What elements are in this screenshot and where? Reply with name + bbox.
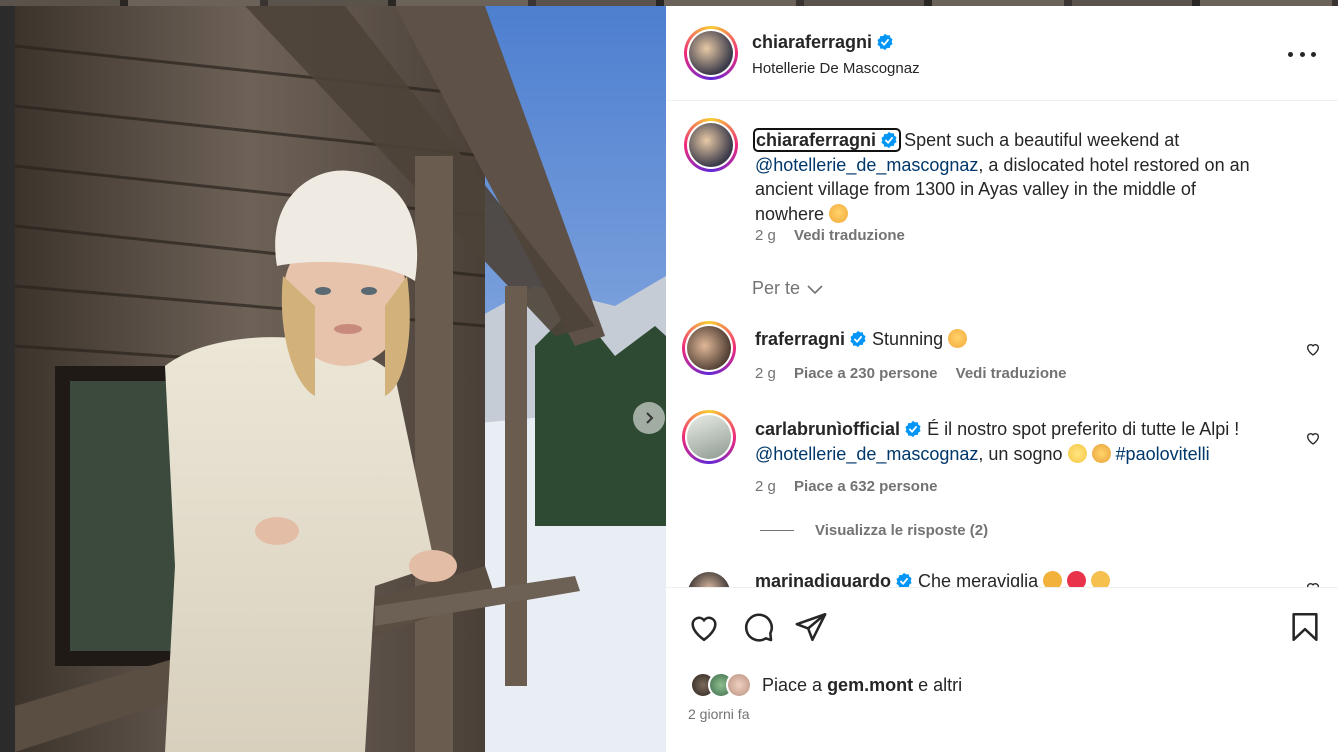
comment-text-3: marinadiguardo Che meraviglia — [755, 569, 1111, 587]
comment-like-icon[interactable] — [1305, 341, 1321, 357]
comment-text-1: fraferragni Stunning — [755, 327, 968, 352]
post-header: chiaraferragni Hotellerie De Mascognaz — [666, 6, 1338, 101]
comment-meta-1: 2 g Piace a 230 persone Vedi traduzione — [755, 365, 1081, 382]
view-replies-button[interactable]: Visualizza le risposte (2) — [760, 522, 988, 539]
verified-badge-icon — [881, 131, 897, 149]
post-details-panel: chiaraferragni Hotellerie De Mascognaz c… — [666, 6, 1338, 752]
caption-translate-link[interactable]: Vedi traduzione — [794, 227, 905, 244]
heart-icon[interactable] — [687, 610, 721, 644]
replies-divider — [760, 530, 794, 531]
comment-like-icon[interactable] — [1305, 580, 1321, 587]
sparkles-emoji — [1067, 443, 1087, 463]
comment-body-3: Che meraviglia — [918, 571, 1039, 587]
post-photo[interactable] — [15, 6, 666, 752]
caption-username-text: chiaraferragni — [756, 130, 877, 150]
view-replies-label: Visualizza le risposte (2) — [815, 522, 989, 539]
more-icon-dot — [1311, 51, 1316, 57]
caption-mention-link[interactable]: @hotellerie_de_mascognaz — [755, 155, 978, 175]
comment-body-2b: , un sogno — [978, 443, 1063, 464]
caption-body-2: , a dislocated hotel restored on an — [978, 154, 1250, 175]
comment-time-1: 2 g — [755, 365, 776, 382]
comment-username-1[interactable]: fraferragni — [755, 329, 845, 349]
comment-filter-label: Per te — [752, 278, 801, 298]
pleading-face-emoji — [829, 203, 849, 223]
caption-body-4: nowhere — [755, 203, 825, 224]
liked-user-link[interactable]: gem.mont — [827, 675, 913, 695]
heart-emoji — [1067, 571, 1087, 587]
next-photo-button[interactable] — [633, 402, 665, 434]
chevron-right-icon — [646, 412, 654, 424]
comment-likes-2[interactable]: Piace a 632 persone — [794, 478, 937, 495]
more-options-button[interactable] — [1288, 44, 1316, 64]
comment-like-icon[interactable] — [1305, 430, 1321, 446]
liked-suffix[interactable]: e altri — [918, 675, 962, 695]
verified-badge-icon — [896, 572, 912, 587]
comment-hashtag-link[interactable]: #paolovitelli — [1116, 444, 1210, 464]
comment-translate-1[interactable]: Vedi traduzione — [956, 365, 1067, 382]
verified-badge-icon — [905, 420, 921, 438]
ok-hand-emoji — [1091, 443, 1111, 463]
comment-username-2[interactable]: carlabrunìofficial — [755, 419, 900, 439]
comments-scroll-area[interactable]: chiaraferragni Spent such a beautiful we… — [666, 102, 1338, 587]
caption-time: 2 g — [755, 227, 776, 244]
post-location[interactable]: Hotellerie De Mascognaz — [752, 60, 920, 77]
comment-meta-2: 2 g Piace a 632 persone — [755, 478, 951, 495]
comment-mention-link[interactable]: @hotellerie_de_mascognaz — [755, 444, 978, 464]
author-username[interactable]: chiaraferragni — [752, 32, 872, 52]
comment-icon[interactable] — [741, 610, 775, 644]
liker-avatar — [726, 672, 752, 698]
send-icon[interactable] — [794, 610, 828, 644]
verified-badge-icon — [850, 330, 866, 348]
comment-filter-dropdown[interactable]: Per te — [752, 278, 824, 299]
comment-text-2: carlabrunìofficial É il nostro spot pref… — [755, 417, 1315, 466]
caption-meta: 2 g Vedi traduzione — [755, 227, 919, 244]
caption-avatar[interactable] — [684, 118, 738, 172]
more-icon-dot — [1299, 51, 1305, 57]
smiling-hearts-emoji — [1091, 571, 1111, 587]
caption-username[interactable]: chiaraferragni — [752, 128, 902, 152]
chevron-down-icon — [807, 284, 823, 294]
comment-avatar-marinadiguardo[interactable] — [688, 572, 730, 587]
more-icon — [1288, 51, 1293, 57]
comment-avatar-fraferragni[interactable] — [682, 321, 736, 375]
liked-by-row[interactable]: Piace a gem.mont e altri — [690, 670, 962, 700]
heart-eyes-emoji — [948, 329, 968, 348]
comment-body-1: Stunning — [872, 329, 944, 349]
author-avatar[interactable] — [684, 26, 738, 80]
comment-time-2: 2 g — [755, 478, 776, 495]
post-timestamp: 2 giorni fa — [688, 706, 750, 722]
caption-body-3: ancient village from 1300 in Ayas valley… — [755, 179, 1196, 199]
post-photo-image — [15, 6, 666, 752]
comment-body-2: É il nostro spot preferito di tutte le A… — [927, 419, 1240, 439]
caption-body: Spent such a beautiful weekend at — [904, 130, 1180, 150]
clapping-emoji — [1043, 571, 1063, 587]
liked-prefix: Piace a — [762, 674, 823, 695]
liked-by-text: Piace a gem.mont e altri — [762, 675, 962, 696]
post-actions-bar: Piace a gem.mont e altri 2 giorni fa — [666, 587, 1338, 752]
comment-username-3[interactable]: marinadiguardo — [755, 571, 891, 587]
bookmark-icon[interactable] — [1288, 610, 1322, 644]
comment-likes-1[interactable]: Piace a 230 persone — [794, 365, 937, 382]
comment-avatar-carlabruni[interactable] — [682, 410, 736, 464]
verified-badge-icon — [877, 33, 893, 51]
caption-text: chiaraferragni Spent such a beautiful we… — [752, 128, 1315, 226]
